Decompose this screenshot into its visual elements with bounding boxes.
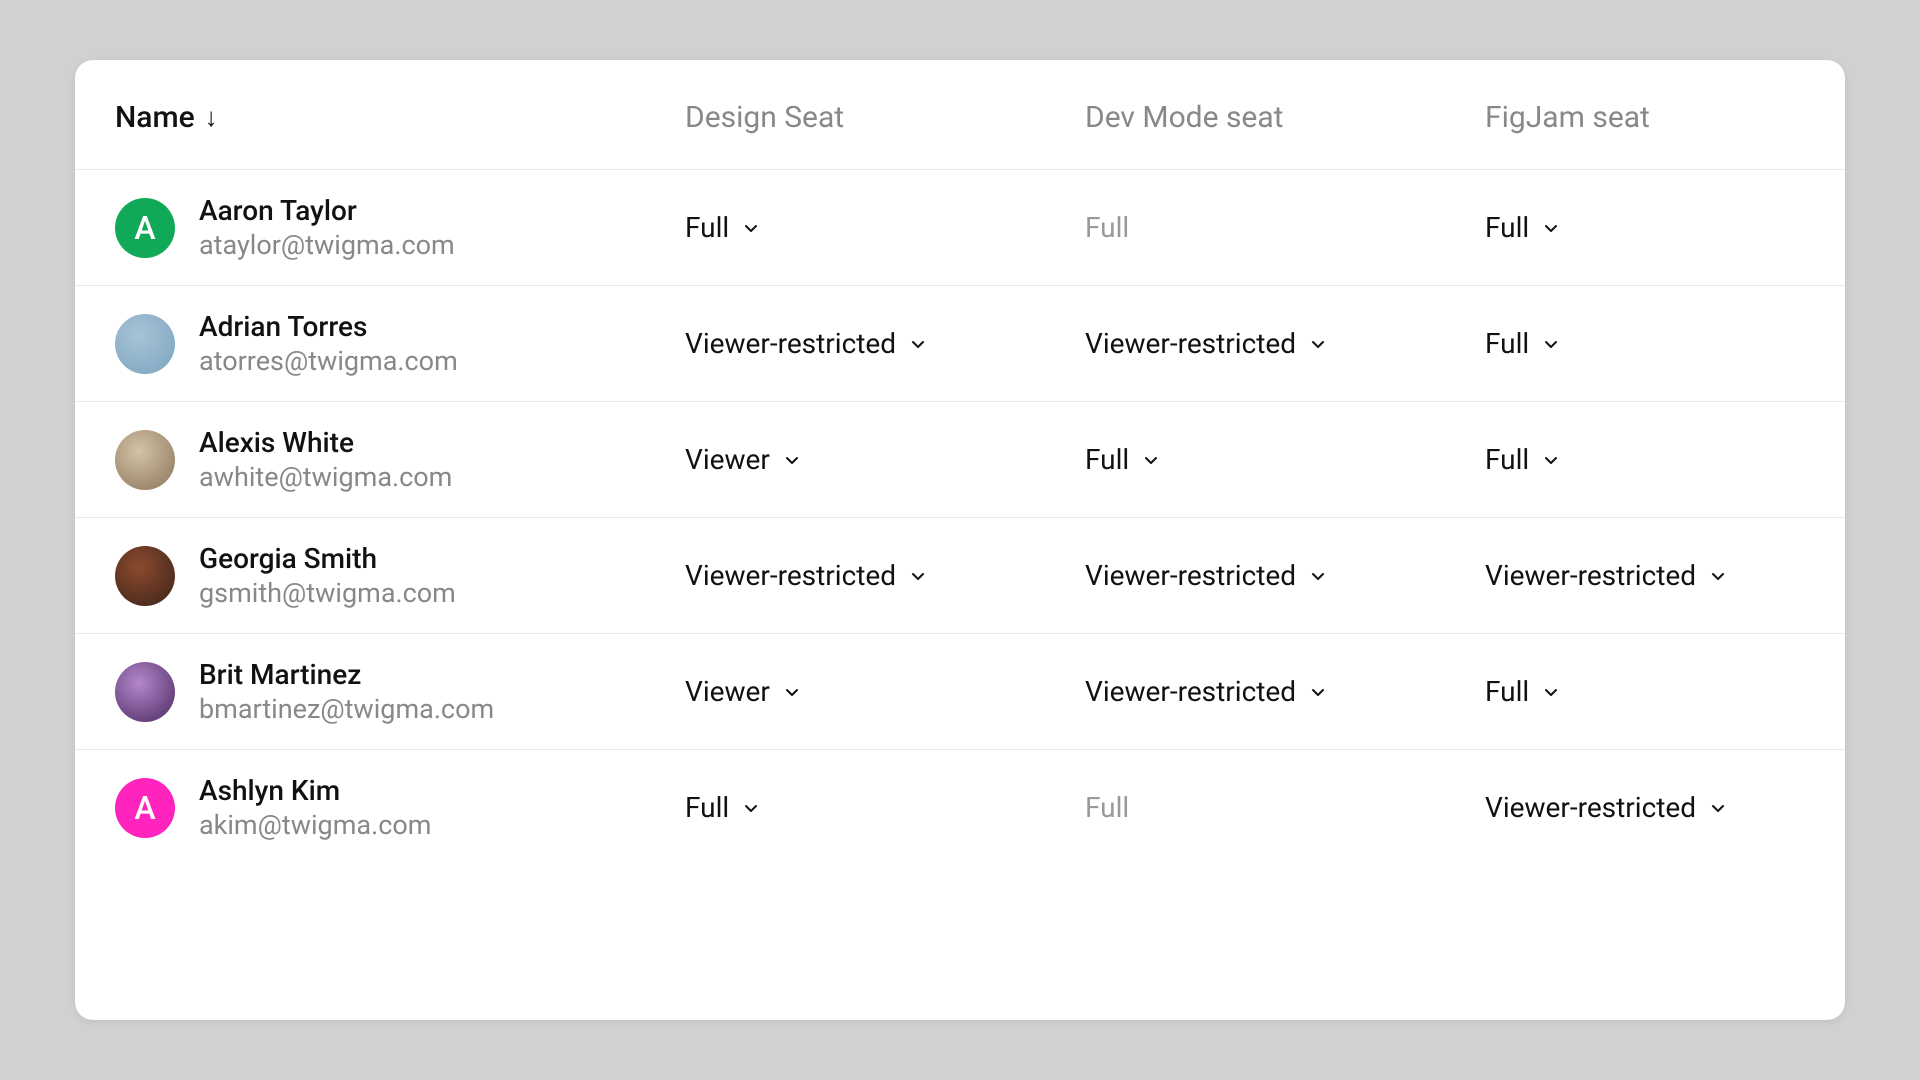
chevron-down-icon (1710, 568, 1726, 584)
chevron-down-icon (1543, 684, 1559, 700)
user-cell[interactable]: A Ashlyn Kim akim@twigma.com (115, 774, 685, 841)
column-header-design[interactable]: Design Seat (685, 100, 1085, 135)
seat-select-design[interactable]: Viewer-restricted (685, 327, 1085, 360)
user-email: atorres@twigma.com (199, 345, 458, 377)
user-email: ataylor@twigma.com (199, 229, 455, 261)
avatar (115, 430, 175, 490)
seat-value: Viewer-restricted (1485, 559, 1696, 592)
avatar: A (115, 778, 175, 838)
user-cell[interactable]: Alexis White awhite@twigma.com (115, 426, 685, 493)
table-row: A Aaron Taylor ataylor@twigma.com Full F… (75, 170, 1845, 286)
seat-value: Full (1485, 443, 1529, 476)
user-info: Aaron Taylor ataylor@twigma.com (199, 194, 455, 261)
table-row: Adrian Torres atorres@twigma.com Viewer-… (75, 286, 1845, 402)
seat-value: Viewer-restricted (1485, 791, 1696, 824)
column-header-name-label: Name (115, 100, 195, 135)
seat-select-design[interactable]: Full (685, 791, 1085, 824)
seat-select-devmode[interactable]: Viewer-restricted (1085, 327, 1485, 360)
avatar (115, 662, 175, 722)
chevron-down-icon (743, 220, 759, 236)
chevron-down-icon (910, 568, 926, 584)
seat-value: Full (1485, 675, 1529, 708)
avatar: A (115, 198, 175, 258)
seat-select-figjam[interactable]: Full (1485, 443, 1805, 476)
seats-table-card: Name ↓ Design Seat Dev Mode seat FigJam … (75, 60, 1845, 1020)
seat-value: Viewer-restricted (685, 559, 896, 592)
seat-select-figjam[interactable]: Full (1485, 675, 1805, 708)
seat-select-design[interactable]: Viewer (685, 675, 1085, 708)
user-cell[interactable]: Brit Martinez bmartinez@twigma.com (115, 658, 685, 725)
chevron-down-icon (743, 800, 759, 816)
seat-static-devmode: Full (1085, 791, 1485, 824)
user-name: Georgia Smith (199, 542, 456, 575)
chevron-down-icon (1543, 336, 1559, 352)
seat-static-devmode: Full (1085, 211, 1485, 244)
user-name: Brit Martinez (199, 658, 494, 691)
user-email: akim@twigma.com (199, 809, 431, 841)
seat-value: Full (1485, 327, 1529, 360)
chevron-down-icon (784, 684, 800, 700)
user-email: gsmith@twigma.com (199, 577, 456, 609)
user-cell[interactable]: Adrian Torres atorres@twigma.com (115, 310, 685, 377)
table-body: A Aaron Taylor ataylor@twigma.com Full F… (75, 170, 1845, 865)
chevron-down-icon (784, 452, 800, 468)
table-header-row: Name ↓ Design Seat Dev Mode seat FigJam … (75, 60, 1845, 170)
seat-value: Full (1085, 443, 1129, 476)
user-info: Ashlyn Kim akim@twigma.com (199, 774, 431, 841)
seat-select-figjam[interactable]: Full (1485, 327, 1805, 360)
user-email: bmartinez@twigma.com (199, 693, 494, 725)
seat-value: Full (685, 791, 729, 824)
user-name: Aaron Taylor (199, 194, 455, 227)
seat-value: Viewer (685, 443, 770, 476)
chevron-down-icon (1310, 568, 1326, 584)
user-name: Ashlyn Kim (199, 774, 431, 807)
column-header-name[interactable]: Name ↓ (115, 100, 685, 135)
seat-value: Full (1485, 211, 1529, 244)
seat-value: Viewer-restricted (1085, 675, 1296, 708)
avatar (115, 314, 175, 374)
seat-value: Viewer (685, 675, 770, 708)
user-cell[interactable]: Georgia Smith gsmith@twigma.com (115, 542, 685, 609)
chevron-down-icon (1310, 336, 1326, 352)
chevron-down-icon (1143, 452, 1159, 468)
seat-select-devmode[interactable]: Viewer-restricted (1085, 559, 1485, 592)
chevron-down-icon (1543, 220, 1559, 236)
table-row: Alexis White awhite@twigma.com Viewer Fu… (75, 402, 1845, 518)
user-info: Brit Martinez bmartinez@twigma.com (199, 658, 494, 725)
user-email: awhite@twigma.com (199, 461, 452, 493)
seat-select-design[interactable]: Viewer-restricted (685, 559, 1085, 592)
seat-select-devmode[interactable]: Full (1085, 443, 1485, 476)
user-name: Adrian Torres (199, 310, 458, 343)
table-row: Georgia Smith gsmith@twigma.com Viewer-r… (75, 518, 1845, 634)
seat-select-design[interactable]: Viewer (685, 443, 1085, 476)
column-header-figjam[interactable]: FigJam seat (1485, 100, 1805, 135)
chevron-down-icon (1543, 452, 1559, 468)
seat-value: Viewer-restricted (1085, 559, 1296, 592)
seat-value: Full (1085, 791, 1129, 824)
seat-value: Full (1085, 211, 1129, 244)
seat-value: Full (685, 211, 729, 244)
seat-select-figjam[interactable]: Full (1485, 211, 1805, 244)
table-row: A Ashlyn Kim akim@twigma.com Full Full V… (75, 750, 1845, 865)
user-cell[interactable]: A Aaron Taylor ataylor@twigma.com (115, 194, 685, 261)
chevron-down-icon (910, 336, 926, 352)
chevron-down-icon (1710, 800, 1726, 816)
sort-arrow-down-icon: ↓ (205, 105, 218, 131)
seat-select-figjam[interactable]: Viewer-restricted (1485, 559, 1805, 592)
chevron-down-icon (1310, 684, 1326, 700)
user-name: Alexis White (199, 426, 452, 459)
seat-value: Viewer-restricted (685, 327, 896, 360)
avatar (115, 546, 175, 606)
user-info: Alexis White awhite@twigma.com (199, 426, 452, 493)
user-info: Georgia Smith gsmith@twigma.com (199, 542, 456, 609)
seat-select-design[interactable]: Full (685, 211, 1085, 244)
seat-value: Viewer-restricted (1085, 327, 1296, 360)
table-row: Brit Martinez bmartinez@twigma.com Viewe… (75, 634, 1845, 750)
avatar-initial: A (134, 209, 155, 247)
user-info: Adrian Torres atorres@twigma.com (199, 310, 458, 377)
column-header-devmode[interactable]: Dev Mode seat (1085, 100, 1485, 135)
seat-select-devmode[interactable]: Viewer-restricted (1085, 675, 1485, 708)
seat-select-figjam[interactable]: Viewer-restricted (1485, 791, 1805, 824)
avatar-initial: A (134, 789, 155, 827)
